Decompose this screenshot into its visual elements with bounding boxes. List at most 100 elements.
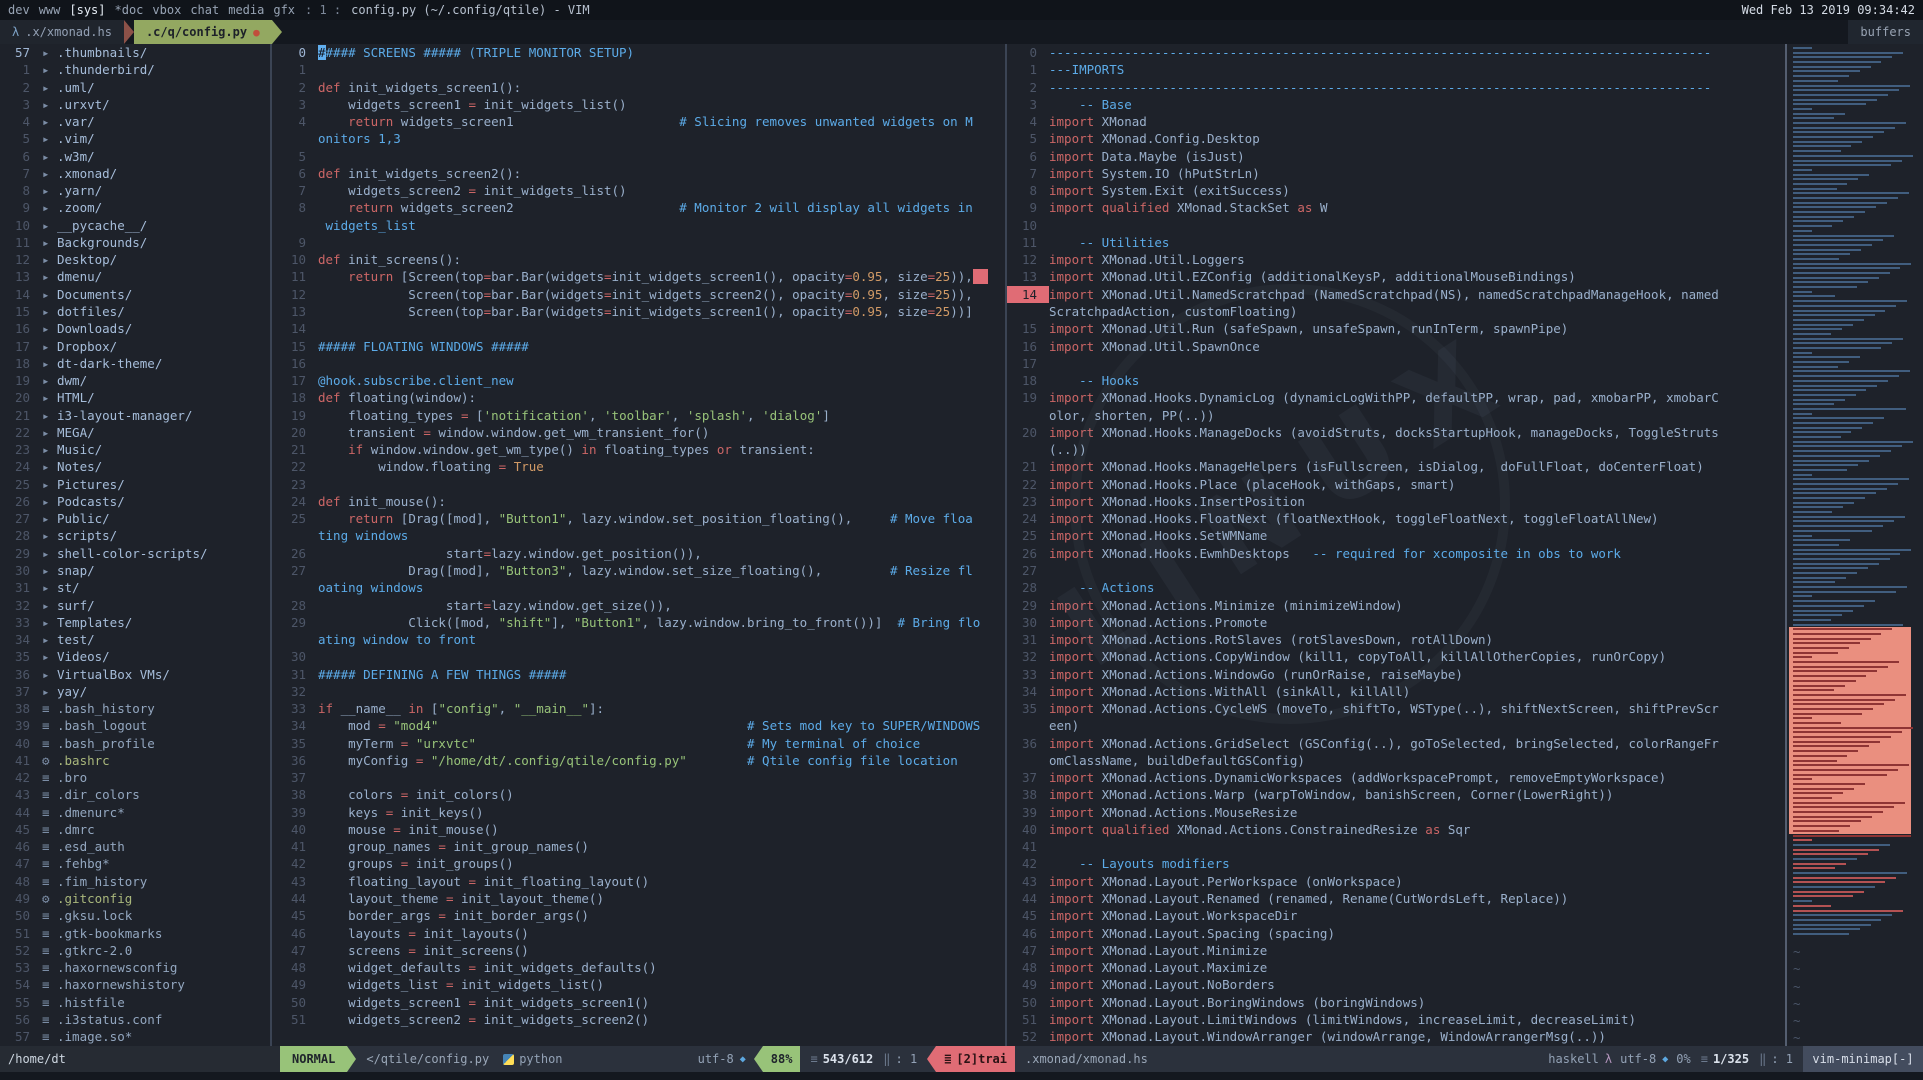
code-line[interactable]: 16import XMonad.Util.SpawnOnce [1007, 338, 1785, 355]
code-line[interactable]: 15##### FLOATING WINDOWS ##### [272, 338, 1005, 355]
tree-row[interactable]: 22▸MEGA/ [0, 424, 270, 441]
code-line[interactable]: 44import XMonad.Layout.Renamed (renamed,… [1007, 890, 1785, 907]
code-line[interactable]: 40import qualified XMonad.Actions.Constr… [1007, 821, 1785, 838]
code-line[interactable]: 17 [1007, 355, 1785, 372]
tree-row[interactable]: 2▸.uml/ [0, 79, 270, 96]
code-line[interactable]: (..)) [1007, 441, 1785, 458]
editor-config-py[interactable]: 0##### SCREENS ##### (TRIPLE MONITOR SET… [272, 44, 1007, 1046]
code-line[interactable]: 35 myTerm = "urxvtc" # My terminal of ch… [272, 735, 1005, 752]
code-line[interactable]: 6def init_widgets_screen2(): [272, 165, 1005, 182]
code-line[interactable]: 47 screens = init_screens() [272, 942, 1005, 959]
tree-row[interactable]: 38≡.bash_history [0, 700, 270, 717]
code-line[interactable]: 26 start=lazy.window.get_position()), [272, 545, 1005, 562]
code-line[interactable]: 28 -- Actions [1007, 579, 1785, 596]
code-line[interactable]: 43 floating_layout = init_floating_layou… [272, 873, 1005, 890]
tree-row[interactable]: 13▸dmenu/ [0, 268, 270, 285]
workspace-tag[interactable]: *doc [115, 3, 144, 17]
code-line[interactable]: 13 Screen(top=bar.Bar(widgets=init_widge… [272, 303, 1005, 320]
tree-row[interactable]: 49⚙.gitconfig [0, 890, 270, 907]
code-line[interactable]: 10def init_screens(): [272, 251, 1005, 268]
workspace-tag[interactable]: chat [190, 3, 219, 17]
code-line[interactable]: 20 transient = window.window.get_wm_tran… [272, 424, 1005, 441]
tree-row[interactable]: 9▸.zoom/ [0, 199, 270, 216]
code-line[interactable]: 25import XMonad.Hooks.SetWMName [1007, 527, 1785, 544]
code-line[interactable]: 19import XMonad.Hooks.DynamicLog (dynami… [1007, 389, 1785, 406]
code-line[interactable]: een) [1007, 717, 1785, 734]
tree-row[interactable]: 16▸Downloads/ [0, 320, 270, 337]
tree-row[interactable]: 1▸.thunderbird/ [0, 61, 270, 78]
code-line[interactable]: 46import XMonad.Layout.Spacing (spacing) [1007, 925, 1785, 942]
code-line[interactable]: 37import XMonad.Actions.DynamicWorkspace… [1007, 769, 1785, 786]
code-line[interactable]: 12 Screen(top=bar.Bar(widgets=init_widge… [272, 286, 1005, 303]
tree-row[interactable]: 5▸.vim/ [0, 130, 270, 147]
code-line[interactable]: oating windows [272, 579, 1005, 596]
tree-row[interactable]: 40≡.bash_profile [0, 735, 270, 752]
code-line[interactable]: 2def init_widgets_screen1(): [272, 79, 1005, 96]
tree-row[interactable]: 34▸test/ [0, 631, 270, 648]
code-line[interactable]: 47import XMonad.Layout.Minimize [1007, 942, 1785, 959]
code-line[interactable]: widgets_list [272, 217, 1005, 234]
code-line[interactable]: 38 colors = init_colors() [272, 786, 1005, 803]
code-line[interactable]: 37 [272, 769, 1005, 786]
workspace-tag[interactable]: gfx [273, 3, 295, 17]
code-line[interactable]: 34import XMonad.Actions.WithAll (sinkAll… [1007, 683, 1785, 700]
tree-row[interactable]: 46≡.esd_auth [0, 838, 270, 855]
tree-row[interactable]: 27▸Public/ [0, 510, 270, 527]
code-line[interactable]: 14 [272, 320, 1005, 337]
code-line[interactable]: 1 [272, 61, 1005, 78]
code-line[interactable]: 42 -- Layouts modifiers [1007, 855, 1785, 872]
code-line[interactable]: 27 [1007, 562, 1785, 579]
code-line[interactable]: 22 window.floating = True [272, 458, 1005, 475]
tree-row[interactable]: 44≡.dmenurc* [0, 804, 270, 821]
code-line[interactable]: 33import XMonad.Actions.WindowGo (runOrR… [1007, 666, 1785, 683]
code-line[interactable]: 0---------------------------------------… [1007, 44, 1785, 61]
code-line[interactable]: 8import System.Exit (exitSuccess) [1007, 182, 1785, 199]
code-line[interactable]: 30import XMonad.Actions.Promote [1007, 614, 1785, 631]
code-line[interactable]: olor, shorten, PP(..)) [1007, 407, 1785, 424]
tree-row[interactable]: 8▸.yarn/ [0, 182, 270, 199]
code-line[interactable]: 33if __name__ in ["config", "__main__"]: [272, 700, 1005, 717]
tree-row[interactable]: 7▸.xmonad/ [0, 165, 270, 182]
tree-row[interactable]: 55≡.histfile [0, 994, 270, 1011]
code-line[interactable]: ating window to front [272, 631, 1005, 648]
tree-row[interactable]: 45≡.dmrc [0, 821, 270, 838]
code-line[interactable]: 4 return widgets_screen1 # Slicing remov… [272, 113, 1005, 130]
tree-row[interactable]: 52≡.gtkrc-2.0 [0, 942, 270, 959]
tree-row[interactable]: 26▸Podcasts/ [0, 493, 270, 510]
code-line[interactable]: 34 mod = "mod4" # Sets mod key to SUPER/… [272, 717, 1005, 734]
tree-row[interactable]: 31▸st/ [0, 579, 270, 596]
code-line[interactable]: 15import XMonad.Util.Run (safeSpawn, uns… [1007, 320, 1785, 337]
tree-row[interactable]: 47≡.fehbg* [0, 855, 270, 872]
code-line[interactable]: 27 Drag([mod], "Button3", lazy.window.se… [272, 562, 1005, 579]
editor-xmonad-hs[interactable]: 0---------------------------------------… [1007, 44, 1787, 1046]
tree-row[interactable]: 19▸dwm/ [0, 372, 270, 389]
code-line[interactable]: 20import XMonad.Hooks.ManageDocks (avoid… [1007, 424, 1785, 441]
code-line[interactable]: 41 [1007, 838, 1785, 855]
tree-row[interactable]: 15▸dotfiles/ [0, 303, 270, 320]
tree-row[interactable]: 14▸Documents/ [0, 286, 270, 303]
workspace-tag[interactable]: vbox [152, 3, 181, 17]
tree-row[interactable]: 17▸Dropbox/ [0, 338, 270, 355]
code-line[interactable]: 28 start=lazy.window.get_size()), [272, 597, 1005, 614]
tree-row[interactable]: 18▸dt-dark-theme/ [0, 355, 270, 372]
tree-row[interactable]: 32▸surf/ [0, 597, 270, 614]
tree-row[interactable]: 35▸Videos/ [0, 648, 270, 665]
tab-config-py[interactable]: .c/q/config.py ● [134, 20, 272, 44]
tree-row[interactable]: 36▸VirtualBox VMs/ [0, 666, 270, 683]
tree-row[interactable]: 51≡.gtk-bookmarks [0, 925, 270, 942]
tree-row[interactable]: 48≡.fim_history [0, 873, 270, 890]
code-line[interactable]: 4import XMonad [1007, 113, 1785, 130]
code-line[interactable]: 31##### DEFINING A FEW THINGS ##### [272, 666, 1005, 683]
code-line[interactable]: 11 -- Utilities [1007, 234, 1785, 251]
tree-row[interactable]: 12▸Desktop/ [0, 251, 270, 268]
code-line[interactable]: 38import XMonad.Actions.Warp (warpToWind… [1007, 786, 1785, 803]
nerdtree-pane[interactable]: 57▸.thumbnails/1▸.thunderbird/2▸.uml/3▸.… [0, 44, 272, 1046]
tree-row[interactable]: 28▸scripts/ [0, 527, 270, 544]
tree-row[interactable]: 33▸Templates/ [0, 614, 270, 631]
tree-row[interactable]: 11▸Backgrounds/ [0, 234, 270, 251]
code-line[interactable]: 18 -- Hooks [1007, 372, 1785, 389]
minimap-pane[interactable]: ~~~~~~ [1787, 44, 1923, 1046]
code-line[interactable]: 18def floating(window): [272, 389, 1005, 406]
workspace-tag[interactable]: media [228, 3, 264, 17]
code-line[interactable]: 35import XMonad.Actions.CycleWS (moveTo,… [1007, 700, 1785, 717]
